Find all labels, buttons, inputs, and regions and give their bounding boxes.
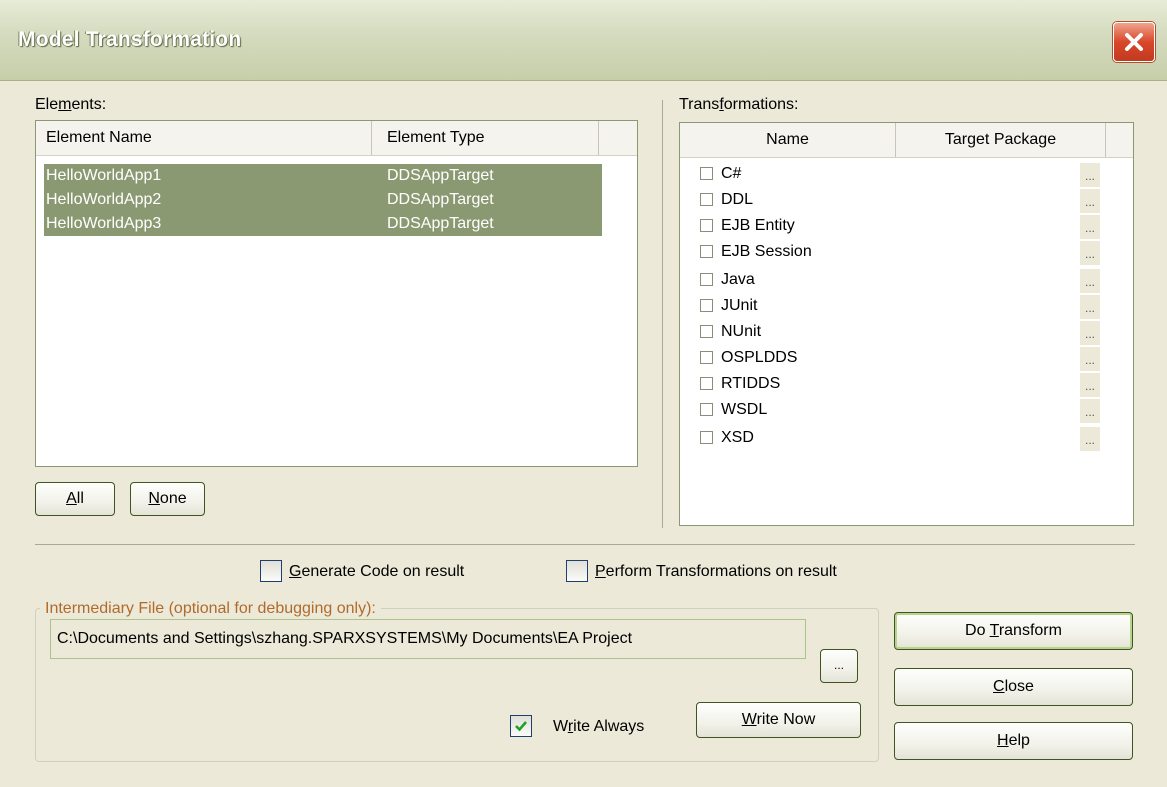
element-name: HelloWorldApp2 <box>46 191 162 208</box>
transformation-item[interactable]: XSD <box>700 425 754 451</box>
transformation-item[interactable]: JUnit <box>700 293 757 319</box>
select-all-button[interactable]: All <box>35 482 115 516</box>
help-button[interactable]: Help <box>894 722 1133 760</box>
checkmark-icon <box>515 721 527 732</box>
transformation-item[interactable]: C# <box>700 161 741 187</box>
element-type: DDSAppTarget <box>387 191 494 208</box>
checkbox[interactable] <box>700 403 713 417</box>
list-item[interactable]: HelloWorldApp1 DDSAppTarget <box>44 164 602 188</box>
checkbox[interactable] <box>700 431 713 445</box>
checkbox[interactable] <box>700 219 713 233</box>
elements-list-header: Element Name Element Type <box>36 121 637 156</box>
column-filler <box>599 121 637 155</box>
target-package-browse-button[interactable]: ... <box>1080 373 1100 397</box>
transformation-item[interactable]: DDL <box>700 187 753 213</box>
target-package-browse-button[interactable]: ... <box>1080 295 1100 319</box>
transformation-item[interactable]: EJB Session <box>700 239 812 265</box>
column-element-type[interactable]: Element Type <box>372 121 599 155</box>
perform-transformations-label: Perform Transformations on result <box>595 563 837 580</box>
window-title: Model Transformation <box>18 28 242 51</box>
perform-transformations-checkbox[interactable] <box>566 560 588 582</box>
target-package-browse-button[interactable]: ... <box>1080 269 1100 293</box>
column-element-name[interactable]: Element Name <box>36 121 372 155</box>
horizontal-divider <box>35 544 1135 545</box>
element-name: HelloWorldApp1 <box>46 167 162 184</box>
close-button[interactable]: Close <box>894 668 1133 706</box>
transformations-list[interactable]: Name Target Package C# ... DDL ... EJB E… <box>679 122 1134 526</box>
element-type: DDSAppTarget <box>387 215 494 232</box>
transformation-item[interactable]: OSPLDDS <box>700 345 797 371</box>
checkbox[interactable] <box>700 325 713 339</box>
generate-code-label: Generate Code on result <box>289 563 465 580</box>
target-package-browse-button[interactable]: ... <box>1080 399 1100 423</box>
transformation-item[interactable]: EJB Entity <box>700 213 795 239</box>
transformation-item[interactable]: NUnit <box>700 319 761 345</box>
elements-list[interactable]: Element Name Element Type HelloWorldApp1… <box>35 120 638 467</box>
checkbox[interactable] <box>700 193 713 207</box>
select-none-button[interactable]: None <box>130 482 205 516</box>
target-package-browse-button[interactable]: ... <box>1080 215 1100 239</box>
close-icon <box>1125 33 1143 51</box>
write-always-checkbox[interactable] <box>510 715 532 737</box>
transformations-label: Transformations: <box>679 96 799 113</box>
checkbox[interactable] <box>700 351 713 365</box>
vertical-divider <box>662 100 663 528</box>
checkbox[interactable] <box>700 167 713 181</box>
intermediary-file-label: Intermediary File (optional for debuggin… <box>40 600 381 618</box>
element-type: DDSAppTarget <box>387 167 494 184</box>
do-transform-button[interactable]: Do Transform <box>894 612 1133 650</box>
write-always-label: Write Always <box>553 718 645 735</box>
transformations-list-header: Name Target Package <box>680 123 1133 158</box>
target-package-browse-button[interactable]: ... <box>1080 241 1100 265</box>
transformation-item[interactable]: Java <box>700 267 755 293</box>
list-item[interactable]: HelloWorldApp3 DDSAppTarget <box>44 212 602 236</box>
column-name[interactable]: Name <box>680 123 896 157</box>
checkbox[interactable] <box>700 245 713 259</box>
browse-file-button[interactable]: ... <box>820 649 858 683</box>
close-window-button[interactable] <box>1113 22 1155 62</box>
target-package-browse-button[interactable]: ... <box>1080 189 1100 213</box>
checkbox[interactable] <box>700 273 713 287</box>
intermediary-file-path-field[interactable]: C:\Documents and Settings\szhang.SPARXSY… <box>50 619 806 659</box>
list-item[interactable]: HelloWorldApp2 DDSAppTarget <box>44 188 602 212</box>
target-package-browse-button[interactable]: ... <box>1080 321 1100 345</box>
elements-label: Elements: <box>35 96 107 113</box>
write-now-button[interactable]: Write Now <box>696 702 861 738</box>
checkbox[interactable] <box>700 377 713 391</box>
column-target-package[interactable]: Target Package <box>896 123 1106 157</box>
transformation-item[interactable]: WSDL <box>700 397 767 423</box>
target-package-browse-button[interactable]: ... <box>1080 347 1100 371</box>
generate-code-checkbox[interactable] <box>260 560 282 582</box>
element-name: HelloWorldApp3 <box>46 215 162 232</box>
transformation-item[interactable]: RTIDDS <box>700 371 780 397</box>
target-package-browse-button[interactable]: ... <box>1080 427 1100 451</box>
checkbox[interactable] <box>700 299 713 313</box>
target-package-browse-button[interactable]: ... <box>1080 163 1100 187</box>
